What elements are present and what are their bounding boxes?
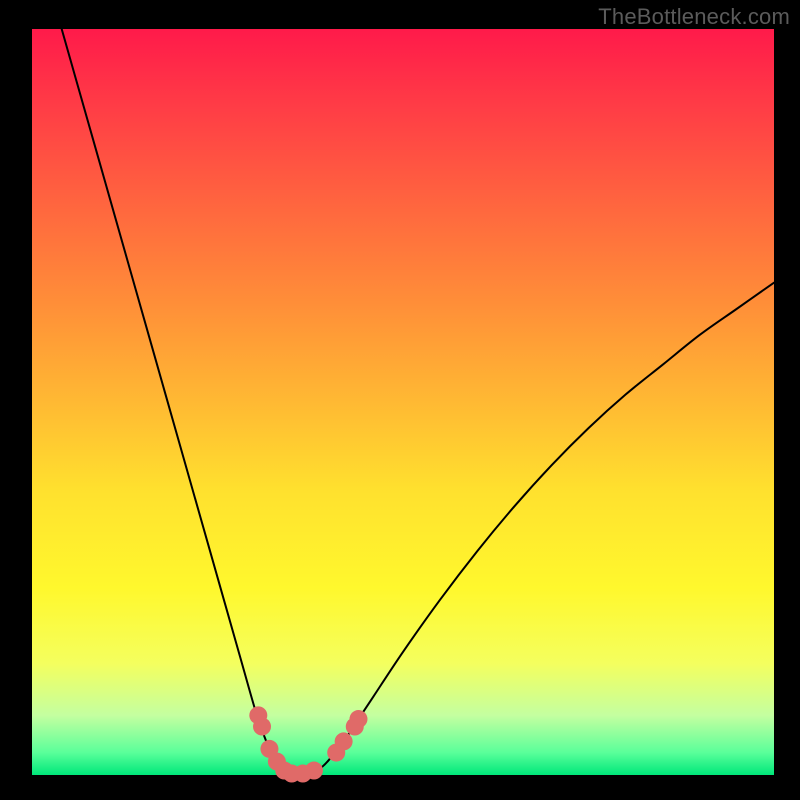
bottleneck-curve (62, 29, 774, 775)
chart-svg-layer (0, 0, 800, 800)
data-marker (305, 762, 323, 780)
data-marker (335, 732, 353, 750)
data-marker (349, 710, 367, 728)
chart-frame: TheBottleneck.com (0, 0, 800, 800)
data-marker (253, 718, 271, 736)
